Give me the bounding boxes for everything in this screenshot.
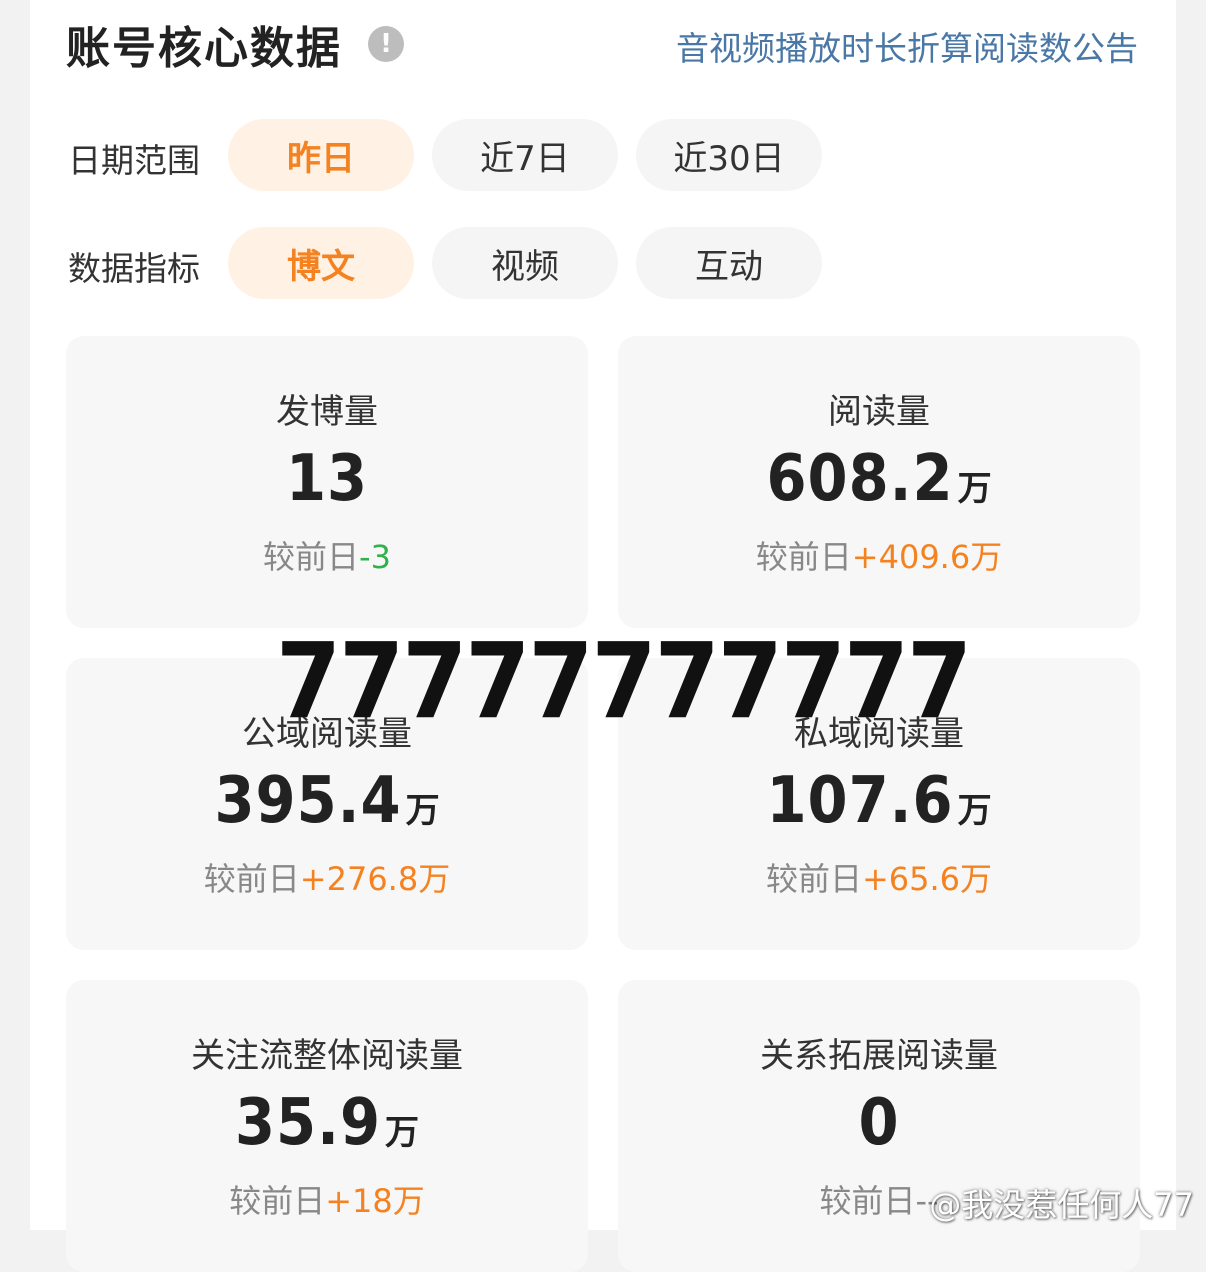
card-label: 阅读量 (828, 392, 930, 432)
compare-delta: +409.6万 (851, 538, 1003, 576)
compare-label: 较前日 (765, 860, 862, 898)
compare-label: 较前日 (203, 860, 300, 898)
card-value: 395.4 万 (66, 764, 588, 838)
compare-delta: -3 (359, 538, 391, 576)
info-icon[interactable]: ! (368, 26, 404, 62)
card-value: 13 (66, 442, 588, 516)
playback-notice-link[interactable]: 音视频播放时长折算阅读数公告 (676, 22, 1138, 70)
weibo-watermark: @我没惹任何人77 (929, 1186, 1194, 1224)
card-value-number: 608.2 (766, 442, 954, 516)
compare-delta: +276.8万 (299, 860, 451, 898)
page-title: 账号核心数据 (66, 23, 342, 74)
card-label: 关注流整体阅读量 (191, 1036, 463, 1076)
date-option-30-days[interactable]: 近30日 (636, 119, 822, 191)
card-value-number: 395.4 (214, 764, 402, 838)
card-compare: 较前日+276.8万 (66, 854, 588, 900)
metric-type-label: 数据指标 (68, 249, 200, 288)
card-value-number: 107.6 (766, 764, 954, 838)
compare-label: 较前日 (755, 538, 852, 576)
compare-label: 较前日 (819, 1182, 916, 1220)
card-value: 35.9 万 (66, 1086, 588, 1160)
card-value-unit: 万 (957, 791, 992, 831)
card-compare: 较前日+409.6万 (618, 532, 1140, 578)
card-value-number: 0 (858, 1086, 900, 1160)
overlay-scribble-text: 77777777777 (276, 620, 972, 742)
following-feed-reads-card[interactable]: 关注流整体阅读量 35.9 万较前日+18万 (66, 980, 588, 1272)
relation-expand-reads-card[interactable]: 关系拓展阅读量 0 较前日-- (618, 980, 1140, 1272)
card-compare: 较前日-3 (66, 532, 588, 578)
card-compare: 较前日+18万 (66, 1176, 588, 1222)
card-value-number: 35.9 (234, 1086, 382, 1160)
metric-option-video[interactable]: 视频 (432, 227, 618, 299)
date-option-yesterday[interactable]: 昨日 (228, 119, 414, 191)
card-value: 608.2 万 (618, 442, 1140, 516)
metric-option-interaction[interactable]: 互动 (636, 227, 822, 299)
card-value-unit: 万 (405, 791, 440, 831)
card-value: 0 (618, 1086, 1140, 1160)
card-compare: 较前日+65.6万 (618, 854, 1140, 900)
card-label: 关系拓展阅读量 (760, 1036, 998, 1076)
card-value-number: 13 (285, 442, 369, 516)
compare-label: 较前日 (263, 538, 360, 576)
metric-option-posts[interactable]: 博文 (228, 227, 414, 299)
card-value-unit: 万 (957, 469, 992, 509)
compare-label: 较前日 (229, 1182, 326, 1220)
date-range-label: 日期范围 (68, 141, 200, 180)
card-value-unit: 万 (385, 1113, 420, 1153)
compare-delta: +18万 (325, 1182, 425, 1220)
posts-count-card[interactable]: 发博量 13 较前日-3 (66, 336, 588, 628)
reads-card[interactable]: 阅读量 608.2 万较前日+409.6万 (618, 336, 1140, 628)
date-option-7-days[interactable]: 近7日 (432, 119, 618, 191)
compare-delta: +65.6万 (861, 860, 993, 898)
card-value: 107.6 万 (618, 764, 1140, 838)
card-label: 发博量 (276, 392, 378, 432)
